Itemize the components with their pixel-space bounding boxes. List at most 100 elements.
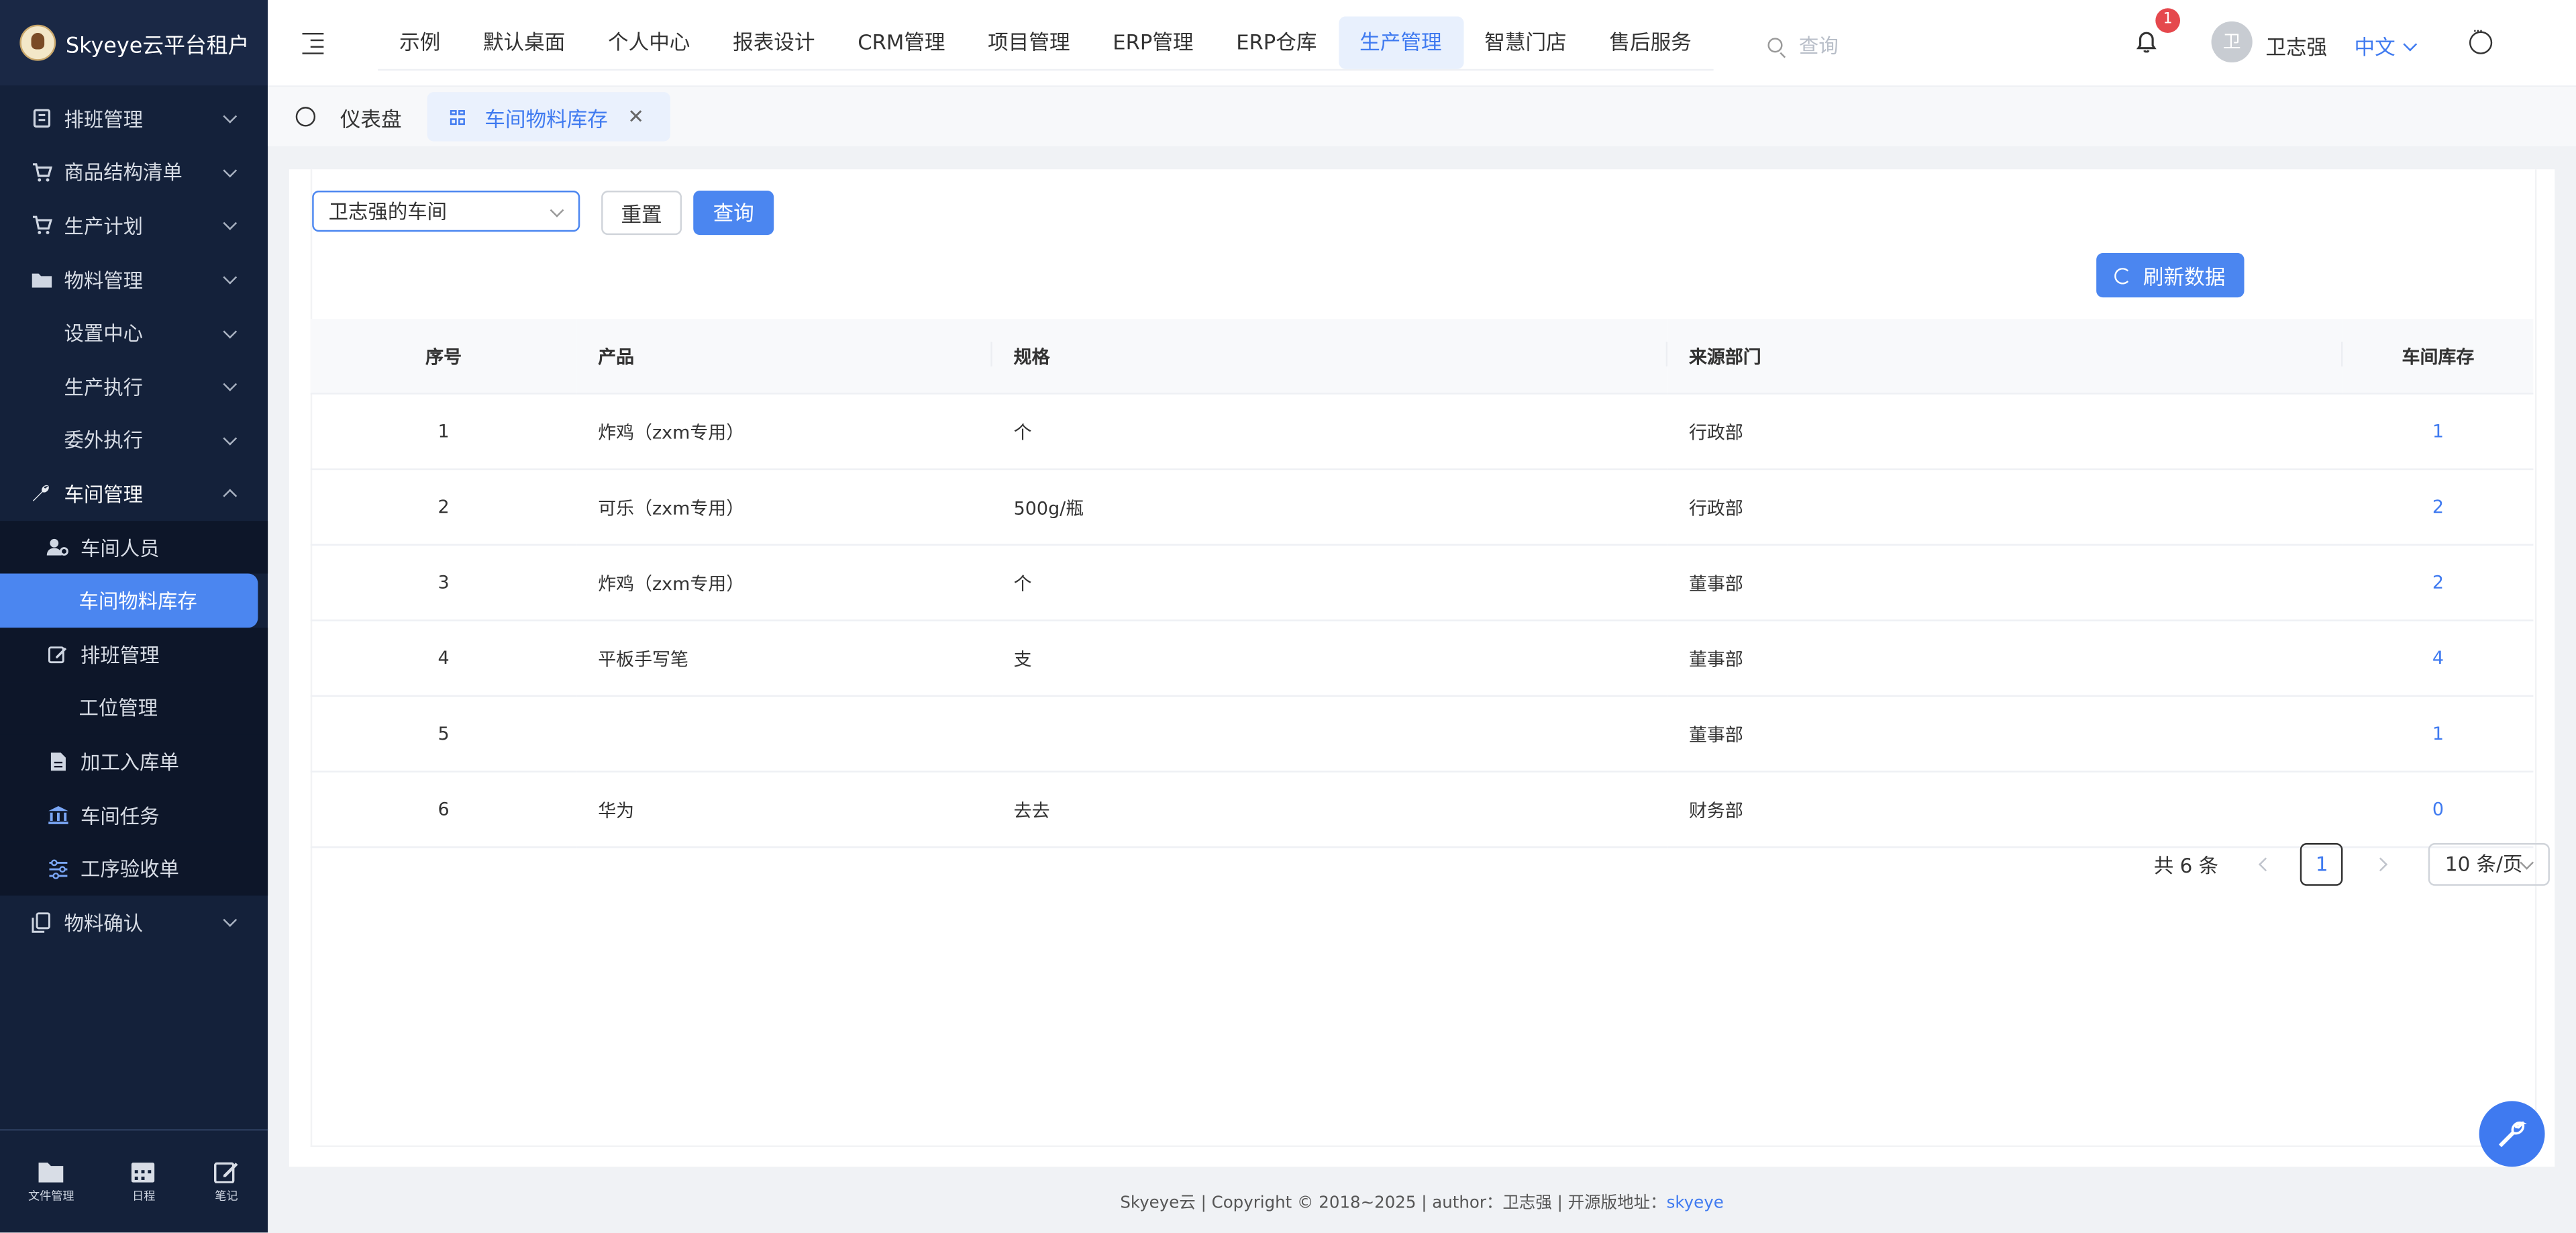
table-row[interactable]: 3 炸鸡（zxm专用） 个 董事部 2	[310, 544, 2534, 622]
next-page-icon[interactable]	[2373, 857, 2388, 872]
sidebar-item-shift-schedule[interactable]: 排班管理	[0, 628, 268, 681]
prev-page-icon[interactable]	[2259, 857, 2273, 872]
nav-tab-erp-warehouse[interactable]: ERP仓库	[1215, 16, 1338, 68]
cell-stock-link[interactable]: 1	[2342, 393, 2534, 471]
sidebar-item-outsourcing[interactable]: 委外执行	[0, 413, 268, 467]
workshop-select[interactable]: 卫志强的车间	[312, 191, 580, 232]
folder-icon	[38, 1162, 64, 1182]
nav-tab-project[interactable]: 项目管理	[966, 16, 1091, 68]
avatar[interactable]: 卫	[2211, 21, 2253, 63]
footer-link[interactable]: skyeye	[1667, 1195, 1724, 1213]
chevron-down-icon	[223, 431, 238, 446]
sidebar: Skyeye云平台租户 排班管理 商品结构清单 生产计划 物料管理 设置中心 生…	[0, 0, 268, 1233]
cell-stock-link[interactable]: 0	[2342, 771, 2534, 848]
table-row[interactable]: 2 可乐（zxm专用） 500g/瓶 行政部 2	[310, 469, 2534, 546]
cell-index: 1	[310, 393, 577, 471]
sidebar-item-label: 排班管理	[80, 644, 160, 667]
table-row[interactable]: 1 炸鸡（zxm专用） 个 行政部 1	[310, 393, 2534, 471]
folder-icon	[30, 268, 52, 291]
page-size-select[interactable]: 10 条/页	[2428, 843, 2551, 886]
footer-text: Skyeye云 | Copyright © 2018~2025 | author…	[1120, 1194, 1667, 1213]
app-root: Skyeye云平台租户 排班管理 商品结构清单 生产计划 物料管理 设置中心 生…	[0, 0, 2576, 1233]
cart-icon	[30, 214, 52, 237]
sidebar-item-settings-center[interactable]: 设置中心	[0, 306, 268, 360]
wrench-icon	[30, 482, 52, 505]
sidebar-item-workshop-inventory[interactable]: 车间物料库存	[0, 574, 258, 628]
sidebar-item-label: 生产计划	[64, 215, 144, 238]
table-row[interactable]: 6 华为 去去 财务部 0	[310, 771, 2534, 848]
nav-tab-example[interactable]: 示例	[378, 16, 462, 68]
nav-tab-smart-store[interactable]: 智慧门店	[1463, 16, 1588, 68]
sidebar-item-label: 车间管理	[64, 483, 144, 506]
cell-department: 董事部	[1667, 620, 2343, 697]
table-row[interactable]: 5 董事部 1	[310, 695, 2534, 773]
sidebar-item-processing-inbound[interactable]: 加工入库单	[0, 734, 268, 789]
cell-department: 财务部	[1667, 771, 2343, 848]
cell-department: 董事部	[1667, 695, 2343, 773]
sidebar-item-workshop-task[interactable]: 车间任务	[0, 788, 268, 842]
cell-stock-link[interactable]: 1	[2342, 695, 2534, 773]
user-name[interactable]: 卫志强	[2265, 30, 2327, 61]
chevron-down-icon	[223, 377, 238, 392]
sidebar-item-production-exec[interactable]: 生产执行	[0, 360, 268, 413]
nav-tab-report-design[interactable]: 报表设计	[711, 16, 836, 68]
header-search[interactable]: 查询	[1767, 32, 1839, 60]
settings-fab[interactable]	[2479, 1101, 2545, 1167]
pagination: 共 6 条 1 10 条/页	[2154, 843, 2551, 886]
query-button[interactable]: 查询	[693, 191, 774, 236]
sidebar-item-schedule[interactable]: 排班管理	[0, 92, 268, 146]
sidebar-item-production-plan[interactable]: 生产计划	[0, 199, 268, 253]
file-manager-label: 文件管理	[28, 1189, 74, 1203]
sidebar-item-process-acceptance[interactable]: 工序验收单	[0, 842, 268, 896]
menu-collapse-icon[interactable]	[301, 30, 324, 55]
nav-tab-personal-center[interactable]: 个人中心	[586, 16, 711, 68]
table-row[interactable]: 4 平板手写笔 支 董事部 4	[310, 620, 2534, 697]
language-selector[interactable]: 中文	[2355, 30, 2418, 61]
nav-tab-erp[interactable]: ERP管理	[1091, 16, 1215, 68]
column-header: 产品	[576, 318, 992, 395]
app-logo[interactable]: Skyeye云平台租户	[0, 0, 268, 86]
cell-stock-link[interactable]: 2	[2342, 469, 2534, 546]
nav-tab-default-desktop[interactable]: 默认桌面	[462, 16, 586, 68]
refresh-data-button[interactable]: 刷新数据	[2096, 253, 2245, 298]
cell-index: 4	[310, 620, 577, 697]
sidebar-item-material[interactable]: 物料管理	[0, 253, 268, 307]
page-number[interactable]: 1	[2300, 843, 2344, 886]
bell-icon[interactable]	[2136, 32, 2157, 53]
notes-button[interactable]: 笔记	[213, 1159, 240, 1203]
sidebar-menu: 排班管理 商品结构清单 生产计划 物料管理 设置中心 生产执行 委外执行 车间管…	[0, 85, 268, 949]
cell-stock-link[interactable]: 4	[2342, 620, 2534, 697]
cell-index: 2	[310, 469, 577, 546]
column-header: 车间库存	[2342, 318, 2534, 395]
file-manager-button[interactable]: 文件管理	[28, 1159, 74, 1203]
nav-tab-production[interactable]: 生产管理	[1338, 16, 1463, 69]
schedule-button[interactable]: 日程	[131, 1159, 157, 1203]
cell-product: 炸鸡（zxm专用）	[576, 393, 992, 471]
sidebar-item-material-confirm[interactable]: 物料确认	[0, 895, 268, 949]
sidebar-item-label: 物料管理	[64, 268, 144, 292]
reset-button[interactable]: 重置	[601, 191, 682, 236]
tab-dashboard[interactable]: 仪表盘	[295, 87, 402, 146]
tab-workshop-inventory-label: 车间物料库存	[484, 105, 608, 131]
search-icon	[1767, 38, 1783, 53]
notes-label: 笔记	[215, 1189, 238, 1203]
cell-spec: 支	[992, 620, 1668, 697]
sliders-icon	[46, 857, 69, 880]
cell-stock-link[interactable]: 2	[2342, 544, 2534, 622]
close-icon[interactable]: ✕	[627, 105, 644, 128]
nav-tab-after-sales[interactable]: 售后服务	[1588, 16, 1713, 68]
cell-department: 行政部	[1667, 469, 2343, 546]
sidebar-item-workshop-staff[interactable]: 车间人员	[0, 520, 268, 575]
sidebar-item-bom[interactable]: 商品结构清单	[0, 146, 268, 199]
workshop-select-value: 卫志强的车间	[328, 200, 448, 224]
chevron-up-icon	[223, 489, 238, 504]
sidebar-item-workshop[interactable]: 车间管理	[0, 467, 268, 521]
edit-icon	[213, 1161, 238, 1183]
nav-tab-crm[interactable]: CRM管理	[836, 16, 966, 68]
bank-icon	[46, 803, 69, 826]
sidebar-item-station[interactable]: 工位管理	[0, 681, 268, 735]
tab-workshop-inventory[interactable]: 车间物料库存 ✕	[427, 92, 671, 142]
chevron-down-icon	[223, 913, 238, 928]
cell-spec: 500g/瓶	[992, 469, 1668, 546]
message-icon[interactable]	[2469, 25, 2493, 54]
